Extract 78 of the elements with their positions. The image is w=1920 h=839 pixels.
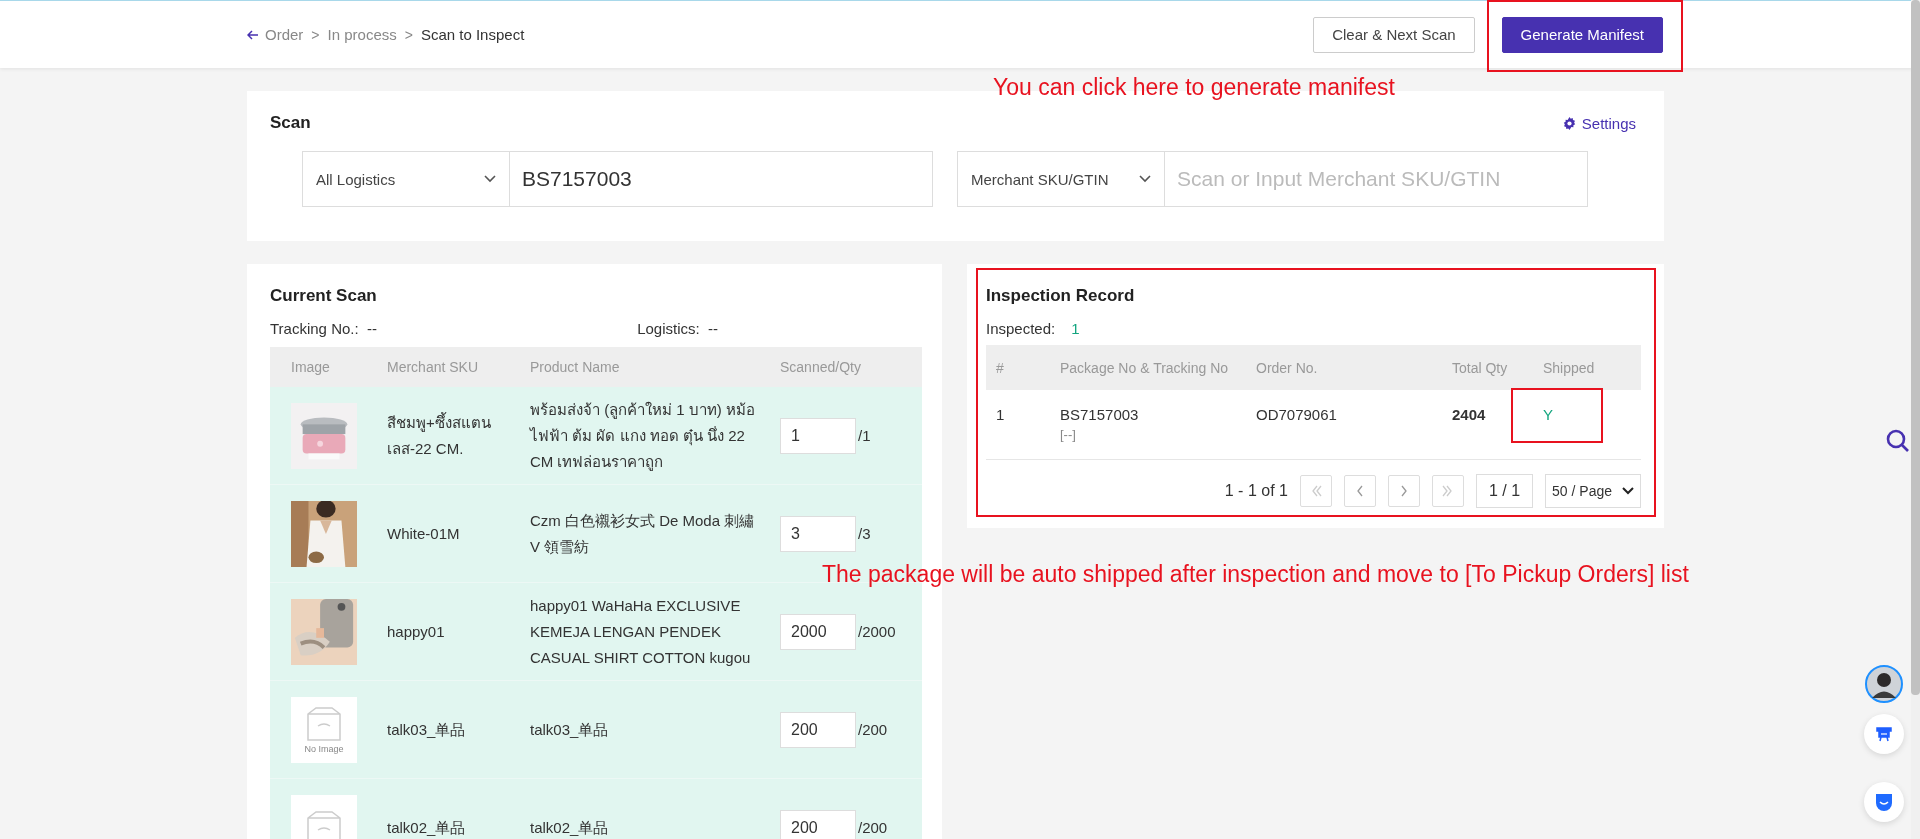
qty-total: /3 <box>858 523 871 544</box>
settings-icon <box>1562 116 1576 130</box>
table-cell: talk03_单品 <box>370 681 513 779</box>
back-link[interactable]: Order <box>247 26 304 43</box>
table-cell: Czm 白色襯衫女式 De Moda 刺繡 V 領雪紡 <box>513 485 763 583</box>
clear-button[interactable]: Clear & Next Scan <box>1313 16 1475 53</box>
column-header: Merchant SKU <box>370 347 513 387</box>
section-title: Current Scan <box>270 286 378 306</box>
scanned-input[interactable]: 200 <box>780 711 856 748</box>
column-header: Image <box>270 347 370 387</box>
inspected-label: Inspected: <box>986 320 1056 337</box>
search-icon[interactable] <box>1886 429 1910 453</box>
back-arrow-icon <box>247 29 259 40</box>
tracking-info: Tracking No.: -- <box>270 320 377 337</box>
sku-type-select[interactable]: Merchant SKU/GTIN <box>957 151 1165 207</box>
settings-link[interactable]: Settings <box>1562 114 1636 132</box>
board-button[interactable] <box>1864 714 1904 754</box>
section-title: Inspection Record <box>986 286 1136 306</box>
scanned-input[interactable]: 1 <box>780 417 856 454</box>
page-size-select[interactable]: 50 / Page <box>1545 474 1641 508</box>
previous-page-button[interactable] <box>1343 475 1376 507</box>
table-cell: happy01 WaHaHa EXCLUSIVE KEMEJA LENGAN PENDEK CASUAL SHIRT COTTON kugou <box>513 583 763 681</box>
page-indicator: 1 / 1 <box>1475 474 1534 508</box>
sku-input[interactable]: Scan or Input Merchant SKU/GTIN <box>1165 151 1588 207</box>
generate-button[interactable]: Generate Manifest <box>1501 16 1663 53</box>
annotation-text: You can click here to generate manifest <box>993 74 1395 101</box>
logistics-select[interactable]: All Logistics <box>302 151 510 207</box>
empty-box-icon <box>304 705 344 742</box>
breadcrumb-separator: > <box>404 26 413 43</box>
table-cell: พร้อมส่งจ้า (ลูกค้าใหม่ 1 บาท) หม้อไฟฟ้า ต้ม ผัด แกง ทอด ตุ๋น นึ่ง 22 CM เทฟล่อนราคาถูก <box>513 387 763 485</box>
scrollbar[interactable] <box>1911 0 1920 695</box>
column-header: Scanned/Qty <box>763 347 922 387</box>
table-cell: OD7079061 <box>1256 406 1337 423</box>
table-cell: 1 <box>996 406 1005 423</box>
table-cell: talk03_单品 <box>513 681 763 779</box>
chevron-down-icon <box>1622 487 1634 495</box>
column-header: # <box>986 345 1050 390</box>
empty-box-icon <box>304 809 344 839</box>
next-page-button[interactable] <box>1387 475 1420 507</box>
table-cell: สีชมพู+ซึ้งสแตนเลส-22 CM. <box>370 387 513 485</box>
page-range: 1 - 1 of 1 <box>1224 482 1288 500</box>
breadcrumb-link[interactable]: In process <box>327 26 397 43</box>
avatar-icon[interactable] <box>1865 665 1903 703</box>
table-cell: happy01 <box>370 583 513 681</box>
section-title: Scan <box>270 113 311 133</box>
logistics-info: Logistics: -- <box>637 320 718 337</box>
placeholder-label: No Image <box>304 743 344 754</box>
scanned-input[interactable]: 2000 <box>780 613 856 650</box>
table-cell: White-01M <box>370 485 513 583</box>
column-header: Product Name <box>513 347 763 387</box>
easel-icon <box>1876 726 1892 742</box>
qty-total: /1 <box>858 425 871 446</box>
table-cell: 2404 <box>1452 406 1486 423</box>
breadcrumb-current: Scan to Inspect <box>420 26 525 43</box>
column-header: Order No. <box>1246 345 1442 390</box>
qty-total: /200 <box>858 817 888 838</box>
chevron-down-icon <box>484 175 496 183</box>
tracking-number: [--] <box>1060 427 1076 442</box>
qty-total: /200 <box>858 719 888 740</box>
table-cell: talk02_单品 <box>513 779 763 839</box>
qty-total: /2000 <box>858 621 896 642</box>
smiley-icon <box>1875 793 1893 811</box>
breadcrumb-separator: > <box>311 26 320 43</box>
column-header: Total Qty <box>1442 345 1533 390</box>
scanned-input[interactable]: 200 <box>780 809 856 839</box>
scanned-input[interactable]: 3 <box>780 515 856 552</box>
column-header: Shipped <box>1533 345 1641 390</box>
table-cell: talk02_单品 <box>370 779 513 839</box>
chevron-down-icon <box>1139 175 1151 183</box>
column-header: Package No & Tracking No <box>1050 345 1246 390</box>
table-cell: BS7157003 <box>1060 406 1139 423</box>
inspected-count: 1 <box>1071 320 1080 337</box>
last-page-button[interactable] <box>1431 475 1464 507</box>
first-page-button[interactable] <box>1299 475 1332 507</box>
annotation-text: The package will be auto shipped after inspection and move to [To Pickup Orders] list <box>822 561 1689 588</box>
chat-button[interactable] <box>1864 782 1904 822</box>
shipped-status: Y <box>1543 406 1553 423</box>
tracking-input[interactable]: BS7157003 <box>510 151 933 207</box>
